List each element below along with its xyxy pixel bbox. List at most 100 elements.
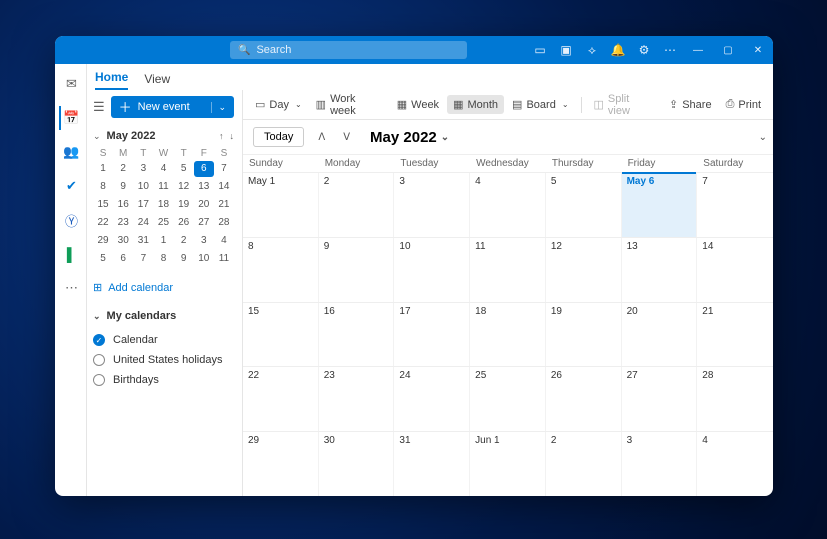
mini-day[interactable]: 13 — [194, 179, 214, 195]
mini-day[interactable]: 28 — [214, 215, 234, 231]
hamburger-icon[interactable]: ☰ — [93, 99, 105, 115]
minimize-button[interactable]: — — [683, 45, 713, 56]
day-cell[interactable]: 23 — [319, 367, 395, 431]
day-task-icon[interactable]: ⟡ — [579, 43, 605, 58]
mini-day[interactable]: 10 — [133, 179, 153, 195]
mini-day[interactable]: 17 — [133, 197, 153, 213]
view-day[interactable]: ▭Day⌄ — [249, 95, 308, 114]
view-board[interactable]: ▤Board⌄ — [506, 95, 574, 114]
mini-day[interactable]: 16 — [113, 197, 133, 213]
day-cell[interactable]: 9 — [319, 238, 395, 302]
day-cell[interactable]: 22 — [243, 367, 319, 431]
mini-day[interactable]: 30 — [113, 233, 133, 249]
day-cell[interactable]: 12 — [546, 238, 622, 302]
day-cell[interactable]: 2 — [546, 432, 622, 496]
mini-day[interactable]: 14 — [214, 179, 234, 195]
mini-day[interactable]: 9 — [113, 179, 133, 195]
mini-day[interactable]: 3 — [194, 233, 214, 249]
chevron-down-icon[interactable]: ⌄ — [211, 102, 226, 113]
mini-day[interactable]: 4 — [153, 161, 173, 177]
day-cell[interactable]: 3 — [622, 432, 698, 496]
day-cell[interactable]: 25 — [470, 367, 546, 431]
day-cell[interactable]: 4 — [697, 432, 773, 496]
tab-view[interactable]: View — [144, 72, 170, 90]
mini-day[interactable]: 12 — [174, 179, 194, 195]
mini-day[interactable]: 8 — [153, 251, 173, 267]
mini-day[interactable]: 19 — [174, 197, 194, 213]
rail-calendar[interactable]: 📅 — [59, 106, 83, 130]
print-button[interactable]: ⎙Print — [720, 95, 767, 114]
mini-day[interactable]: 3 — [133, 161, 153, 177]
mini-day[interactable]: 20 — [194, 197, 214, 213]
maximize-button[interactable]: ▢ — [713, 45, 743, 56]
mini-day[interactable]: 6 — [194, 161, 214, 177]
day-cell[interactable]: 21 — [697, 303, 773, 367]
mini-day[interactable]: 21 — [214, 197, 234, 213]
mini-day[interactable]: 27 — [194, 215, 214, 231]
collapse-panel-icon[interactable]: ⌄ — [759, 132, 767, 143]
teams-call-icon[interactable]: ▣ — [553, 43, 579, 57]
mini-day[interactable]: 1 — [153, 233, 173, 249]
calendar-checkbox[interactable] — [93, 354, 105, 366]
calendar-checkbox[interactable]: ✓ — [93, 334, 105, 346]
mini-day[interactable]: 8 — [93, 179, 113, 195]
day-cell[interactable]: 26 — [546, 367, 622, 431]
calendar-checkbox[interactable] — [93, 374, 105, 386]
rail-todo[interactable]: ✔︎ — [59, 174, 83, 198]
mini-day[interactable]: 25 — [153, 215, 173, 231]
view-week[interactable]: ▦Week — [391, 95, 445, 114]
mini-prev-month[interactable]: ↑ — [219, 131, 224, 141]
day-cell[interactable]: 14 — [697, 238, 773, 302]
day-cell[interactable]: 7 — [697, 173, 773, 237]
day-cell[interactable]: 27 — [622, 367, 698, 431]
view-workweek[interactable]: ▥Work week — [310, 90, 389, 120]
calendar-item[interactable]: United States holidays — [93, 354, 234, 366]
calendar-item[interactable]: ✓Calendar — [93, 334, 234, 346]
day-cell[interactable]: 18 — [470, 303, 546, 367]
day-cell[interactable]: 30 — [319, 432, 395, 496]
notifications-icon[interactable]: 🔔 — [605, 43, 631, 57]
mini-day[interactable]: 9 — [174, 251, 194, 267]
mini-day[interactable]: 2 — [174, 233, 194, 249]
day-cell[interactable]: May 1 — [243, 173, 319, 237]
day-cell[interactable]: 2 — [319, 173, 395, 237]
today-button[interactable]: Today — [253, 127, 304, 147]
day-cell[interactable]: 29 — [243, 432, 319, 496]
mini-day[interactable]: 11 — [214, 251, 234, 267]
meet-now-icon[interactable]: ▭ — [527, 43, 553, 57]
next-period[interactable]: ᐯ — [339, 132, 354, 143]
mini-day[interactable]: 11 — [153, 179, 173, 195]
day-cell[interactable]: 15 — [243, 303, 319, 367]
settings-icon[interactable]: ⚙ — [631, 43, 657, 57]
mini-day[interactable]: 18 — [153, 197, 173, 213]
mini-day[interactable]: 5 — [93, 251, 113, 267]
mini-day[interactable]: 24 — [133, 215, 153, 231]
day-cell[interactable]: 13 — [622, 238, 698, 302]
more-icon[interactable]: ⋯ — [657, 43, 683, 57]
day-cell[interactable]: 31 — [394, 432, 470, 496]
day-cell[interactable]: 28 — [697, 367, 773, 431]
day-cell[interactable]: 5 — [546, 173, 622, 237]
rail-yammer[interactable]: Ⓨ — [59, 208, 83, 232]
day-cell[interactable]: 20 — [622, 303, 698, 367]
add-calendar-button[interactable]: ⊞ Add calendar — [93, 281, 234, 294]
rail-mail[interactable]: ✉ — [59, 72, 83, 96]
month-picker[interactable]: May 2022 ⌄ — [370, 129, 449, 146]
mini-day[interactable]: 15 — [93, 197, 113, 213]
mini-day[interactable]: 26 — [174, 215, 194, 231]
mini-day[interactable]: 4 — [214, 233, 234, 249]
day-cell[interactable]: 3 — [394, 173, 470, 237]
mini-day[interactable]: 7 — [214, 161, 234, 177]
day-cell[interactable]: 4 — [470, 173, 546, 237]
mini-day[interactable]: 7 — [133, 251, 153, 267]
mini-day[interactable]: 23 — [113, 215, 133, 231]
day-cell[interactable]: 19 — [546, 303, 622, 367]
mini-day[interactable]: 29 — [93, 233, 113, 249]
share-button[interactable]: ⇪Share — [663, 95, 718, 114]
rail-more[interactable]: ⋯ — [59, 276, 83, 300]
prev-period[interactable]: ᐱ — [314, 132, 329, 143]
day-cell[interactable]: May 6 — [622, 173, 698, 237]
mini-day[interactable]: 2 — [113, 161, 133, 177]
rail-bookings[interactable]: ▌ — [59, 242, 83, 266]
calendar-item[interactable]: Birthdays — [93, 374, 234, 386]
